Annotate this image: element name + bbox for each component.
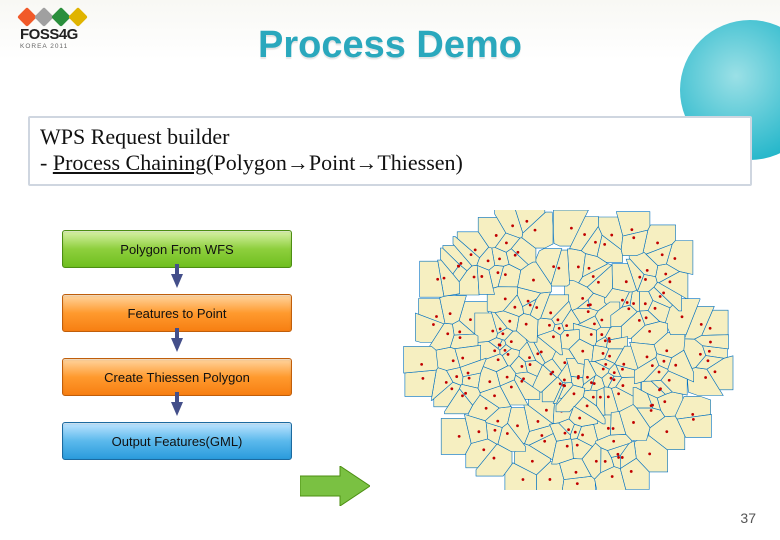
logo-subtext: KOREA 2011 [20,43,85,50]
down-arrow-icon [171,402,183,416]
flow-step: Features to Point [62,294,292,332]
flow-step-label: Output Features(GML) [112,434,243,449]
header-dash: - [40,150,53,175]
header-line1: WPS Request builder [40,124,229,149]
flow-step-label: Create Thiessen Polygon [104,370,250,385]
flow-step: Output Features(GML) [62,422,292,460]
down-arrow-icon [171,338,183,352]
thiessen-diagram [390,210,740,490]
flow-step: Create Thiessen Polygon [62,358,292,396]
down-arrow-icon [171,274,183,288]
big-right-arrow-icon [300,466,370,506]
process-chaining-label: Process Chaining [53,150,206,175]
logo-text: FOSS4G [20,26,85,43]
logo-dot [68,7,88,27]
slide-number: 37 [740,510,756,526]
flow-step-label: Features to Point [128,306,227,321]
header-box: WPS Request builder - Process Chaining(P… [28,116,752,186]
slide: FOSS4G KOREA 2011 Process Demo WPS Reque… [0,0,780,540]
logo: FOSS4G KOREA 2011 [20,10,85,50]
flow-step: Polygon From WFS [62,230,292,268]
flow-step-label: Polygon From WFS [120,242,233,257]
flow-column: Polygon From WFS Features to Point Creat… [62,230,292,460]
slide-title: Process Demo [258,24,522,67]
logo-diamonds [20,10,85,24]
process-chaining-rest: (Polygon→Point→Thiessen) [206,150,463,175]
